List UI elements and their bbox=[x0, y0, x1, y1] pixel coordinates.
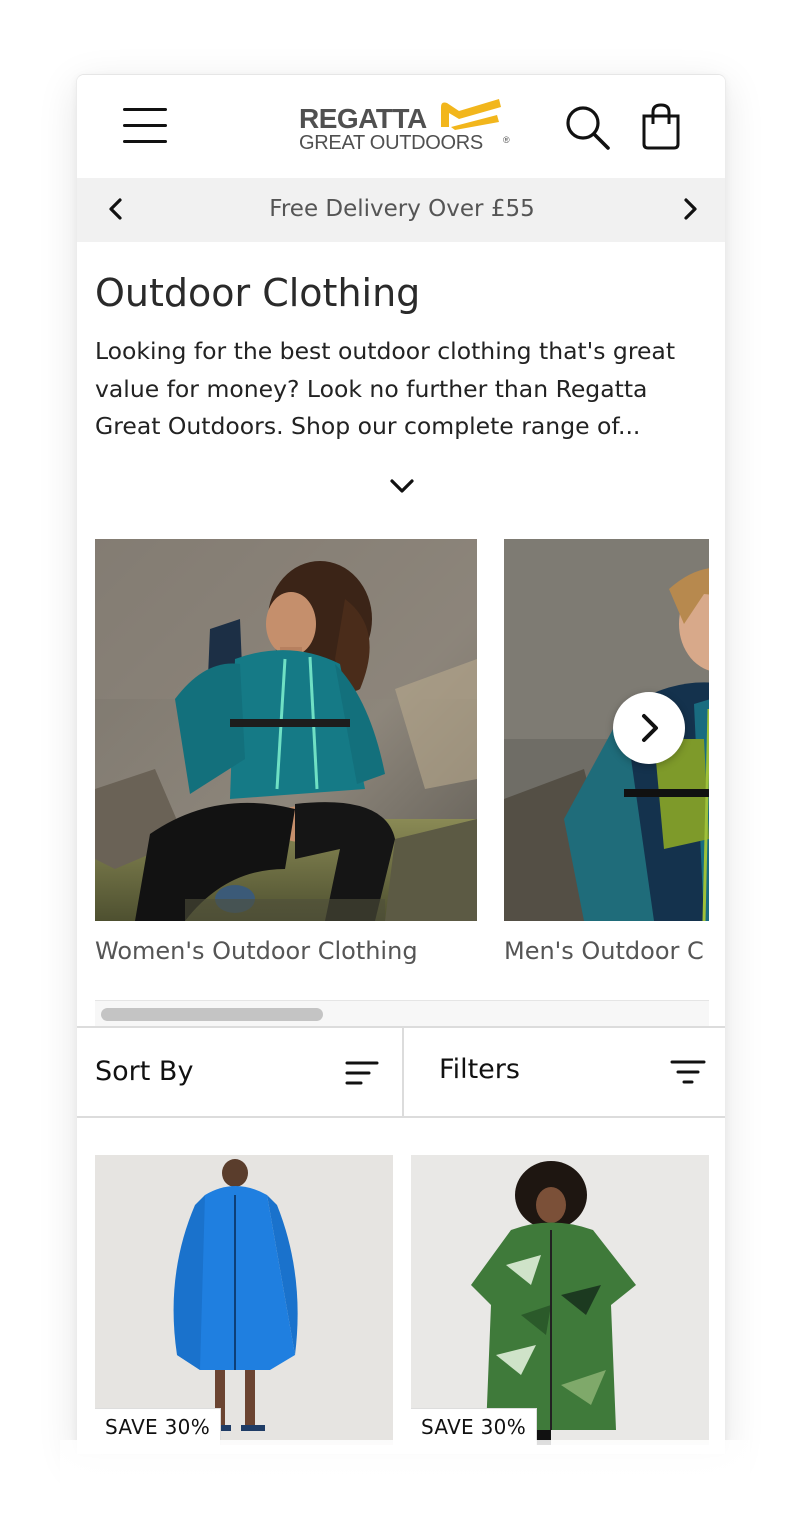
product-card[interactable]: SAVE 30% bbox=[411, 1155, 709, 1445]
menu-icon[interactable] bbox=[123, 108, 167, 144]
chevron-right-icon bbox=[642, 714, 658, 742]
logo-wordmark: REGATTA bbox=[299, 103, 427, 134]
product-image bbox=[411, 1155, 709, 1445]
product-card[interactable]: SAVE 30% bbox=[95, 1155, 393, 1445]
filters-label: Filters bbox=[439, 1054, 520, 1085]
page-title: Outdoor Clothing bbox=[95, 271, 421, 315]
chevron-right-icon[interactable] bbox=[679, 196, 701, 222]
promo-text: Free Delivery Over £55 bbox=[269, 196, 535, 222]
category-carousel[interactable]: Women's Outdoor Clothing Men's Outdoor C bbox=[95, 539, 709, 1029]
search-icon[interactable] bbox=[563, 103, 611, 151]
regatta-logo[interactable]: REGATTA GREAT OUTDOORS ® bbox=[299, 97, 514, 157]
filters-button[interactable]: Filters bbox=[404, 1028, 725, 1118]
scrollbar-thumb[interactable] bbox=[101, 1008, 323, 1021]
logo-swoosh-icon bbox=[441, 99, 501, 130]
sort-filter-bar: Sort By Filters bbox=[77, 1026, 725, 1118]
sort-icon bbox=[345, 1061, 379, 1085]
product-image bbox=[95, 1155, 393, 1445]
site-header: REGATTA GREAT OUTDOORS ® bbox=[77, 75, 725, 178]
sort-by-button[interactable]: Sort By bbox=[77, 1028, 402, 1118]
registered-mark: ® bbox=[503, 135, 510, 145]
carousel-next-button[interactable] bbox=[613, 692, 685, 764]
sort-by-label: Sort By bbox=[95, 1056, 194, 1087]
logo-tagline: GREAT OUTDOORS bbox=[299, 132, 483, 154]
category-description: Looking for the best outdoor clothing th… bbox=[95, 337, 676, 440]
category-label: Women's Outdoor Clothing bbox=[95, 937, 418, 965]
mobile-viewport: REGATTA GREAT OUTDOORS ® Free Delivery O… bbox=[76, 74, 726, 1454]
category-label: Men's Outdoor C bbox=[504, 937, 704, 965]
category-image-women bbox=[95, 539, 477, 921]
carousel-scrollbar[interactable] bbox=[95, 1000, 709, 1027]
shopping-bag-icon[interactable] bbox=[639, 102, 683, 150]
chevron-down-icon[interactable] bbox=[388, 475, 416, 497]
filter-icon bbox=[670, 1060, 706, 1084]
promo-banner: Free Delivery Over £55 bbox=[77, 178, 725, 242]
bottom-fade bbox=[60, 1440, 750, 1515]
